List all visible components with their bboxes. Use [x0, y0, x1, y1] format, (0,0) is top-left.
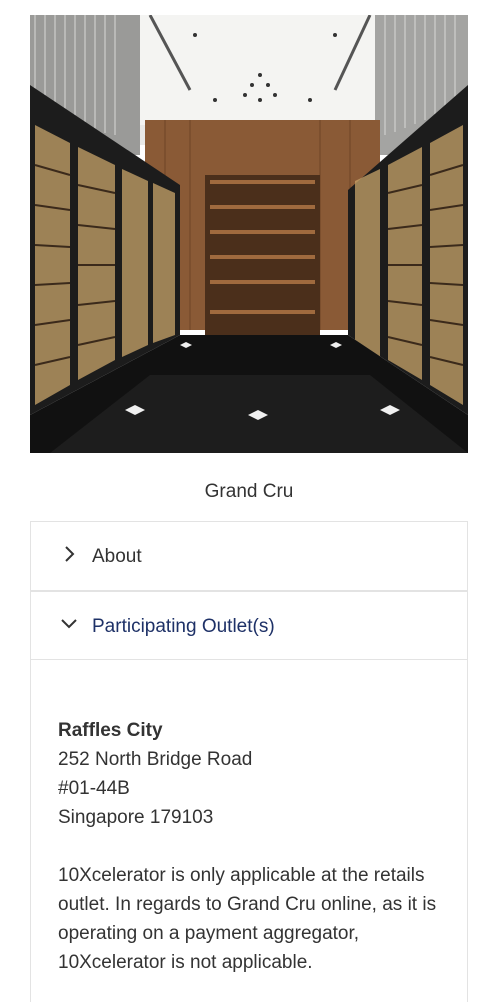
accordion-about-header[interactable]: About — [31, 522, 467, 591]
outlet-address-line-3: Singapore 179103 — [58, 807, 214, 828]
accordion-about-label: About — [92, 546, 142, 567]
wine-cellar-photo — [30, 15, 468, 453]
outlets-panel: Raffles City 252 North Bridge Road #01-4… — [31, 660, 467, 977]
accordion-outlets-header[interactable]: Participating Outlet(s) — [31, 591, 467, 660]
details-accordion: About Participating Outlet(s) Raffles Ci… — [30, 521, 468, 1002]
accordion-outlets-label: Participating Outlet(s) — [92, 616, 275, 637]
chevron-right-icon — [65, 546, 75, 562]
applicability-note: 10Xcelerator is only applicable at the r… — [58, 865, 437, 973]
outlet-name: Raffles City — [58, 720, 163, 741]
chevron-down-icon — [61, 619, 77, 629]
store-name: Grand Cru — [204, 481, 294, 502]
store-photo — [30, 15, 468, 453]
outlet-address-line-1: 252 North Bridge Road — [58, 749, 253, 770]
outlet-address-line-2: #01-44B — [58, 778, 130, 799]
